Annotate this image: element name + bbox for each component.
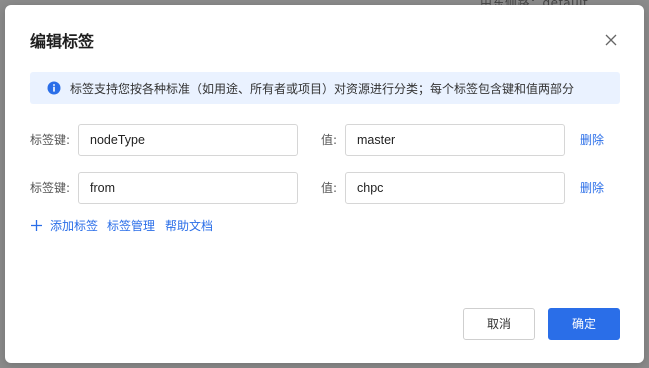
cancel-button[interactable]: 取消 (463, 308, 535, 340)
tag-key-input[interactable] (78, 172, 298, 204)
tag-value-label: 值: (321, 133, 338, 147)
close-icon (605, 34, 617, 46)
tag-value-label: 值: (321, 181, 338, 195)
tag-value-input[interactable] (345, 124, 565, 156)
delete-tag-button[interactable]: 删除 (580, 179, 604, 196)
delete-tag-button[interactable]: 删除 (580, 131, 604, 148)
dialog-title: 编辑标签 (30, 32, 95, 51)
info-text: 标签支持您按各种标准（如用途、所有者或项目）对资源进行分类；每个标签包含键和值两… (70, 82, 575, 96)
close-button[interactable] (603, 32, 619, 48)
tag-key-input[interactable] (78, 124, 298, 156)
tag-value-input[interactable] (345, 172, 565, 204)
info-banner: 标签支持您按各种标准（如用途、所有者或项目）对资源进行分类；每个标签包含键和值两… (30, 72, 620, 104)
add-tag-label: 添加标签 (50, 219, 99, 233)
tag-key-label: 标签键: (30, 181, 71, 195)
tag-key-label: 标签键: (30, 133, 71, 147)
edit-tags-dialog: 编辑标签 标签支持您按各种标准（如用途、所有者或项目）对资源进行分类；每个标签包… (5, 5, 644, 363)
help-docs-link[interactable]: 帮助文档 (165, 217, 213, 234)
manage-tags-link[interactable]: 标签管理 (107, 217, 155, 234)
info-icon (47, 81, 61, 95)
confirm-button[interactable]: 确定 (548, 308, 620, 340)
plus-icon (31, 220, 42, 231)
